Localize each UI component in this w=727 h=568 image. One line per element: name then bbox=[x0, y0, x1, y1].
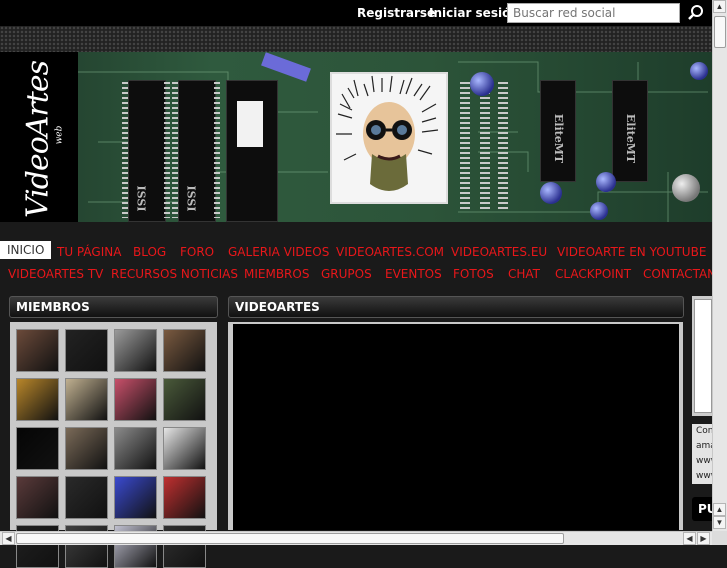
member-thumbnail[interactable] bbox=[16, 427, 59, 470]
logo-subtext: web bbox=[54, 125, 65, 145]
portrait-image bbox=[330, 72, 448, 204]
scroll-right-icon[interactable]: ▶ bbox=[697, 532, 710, 545]
video-player[interactable] bbox=[233, 324, 679, 530]
member-thumbnail[interactable] bbox=[114, 476, 157, 519]
member-thumbnail[interactable] bbox=[16, 329, 59, 372]
scroll-left-icon[interactable]: ◀ bbox=[2, 532, 15, 545]
member-thumbnail[interactable] bbox=[114, 329, 157, 372]
member-thumbnail[interactable] bbox=[163, 476, 206, 519]
member-thumbnail[interactable] bbox=[65, 476, 108, 519]
nav-inicio[interactable]: INICIO bbox=[0, 241, 52, 259]
member-thumbnail[interactable] bbox=[65, 329, 108, 372]
nav-miembros[interactable]: MIEMBROS bbox=[244, 267, 309, 281]
nav-chat[interactable]: CHAT bbox=[508, 267, 540, 281]
scroll-down-icon[interactable]: ▼ bbox=[713, 516, 726, 529]
chip-3 bbox=[226, 80, 278, 222]
logo-text: VideoArtes bbox=[20, 61, 56, 218]
sidebar-header: PU bbox=[692, 497, 712, 521]
nav-foro[interactable]: FORO bbox=[180, 245, 214, 259]
nav-recursos-noticias[interactable]: RECURSOS NOTICIAS bbox=[111, 267, 238, 281]
members-header: MIEMBROS bbox=[9, 296, 218, 318]
vertical-scrollbar[interactable]: ▲ ▲ ▼ bbox=[712, 0, 727, 531]
nav-videoartes-tv[interactable]: VIDEOARTES TV bbox=[8, 267, 103, 281]
nav-contactanos[interactable]: CONTACTANO bbox=[643, 267, 712, 281]
videos-header: VIDEOARTES bbox=[228, 296, 684, 318]
member-thumbnail[interactable] bbox=[65, 378, 108, 421]
member-thumbnail[interactable] bbox=[163, 427, 206, 470]
scroll-left-arrow-icon[interactable]: ◀ bbox=[683, 532, 696, 545]
chip-label-4: EliteMT bbox=[624, 113, 638, 164]
nav-videoarte-youtube[interactable]: VIDEOARTE EN YOUTUBE bbox=[557, 245, 706, 259]
scroll-up-icon[interactable]: ▲ bbox=[713, 0, 726, 13]
nav-videoartes-eu[interactable]: VIDEOARTES.EU bbox=[451, 245, 547, 259]
login-link[interactable]: Iniciar sesión bbox=[429, 6, 519, 20]
logo[interactable]: VideoArtes web bbox=[0, 52, 78, 222]
member-thumbnail[interactable] bbox=[163, 329, 206, 372]
members-panel bbox=[10, 322, 217, 568]
chip-label-2: ISSI bbox=[184, 185, 198, 212]
member-thumbnail[interactable] bbox=[114, 378, 157, 421]
header-banner: VideoArtes web ISSI ISSI EliteMT EliteMT bbox=[0, 52, 712, 222]
main-nav: INICIO TU PÁGINA BLOG FORO GALERIA VIDEO… bbox=[0, 241, 712, 286]
horizontal-scroll-thumb[interactable] bbox=[16, 533, 564, 544]
nav-blog[interactable]: BLOG bbox=[133, 245, 166, 259]
search-icon[interactable] bbox=[686, 3, 706, 23]
nav-grupos[interactable]: GRUPOS bbox=[321, 267, 372, 281]
scrollbar-corner bbox=[712, 531, 727, 545]
member-thumbnail[interactable] bbox=[65, 427, 108, 470]
member-thumbnail[interactable] bbox=[163, 378, 206, 421]
header-texture bbox=[0, 26, 712, 52]
nav-clackpoint[interactable]: CLACKPOINT bbox=[555, 267, 631, 281]
member-thumbnail[interactable] bbox=[16, 378, 59, 421]
nav-galeria-videos[interactable]: GALERIA VIDEOS bbox=[228, 245, 329, 259]
sidebar-text: Con ama www www bbox=[692, 424, 712, 484]
horizontal-scrollbar[interactable]: ◀ ◀ ▶ bbox=[0, 531, 712, 545]
vertical-scroll-thumb[interactable] bbox=[714, 16, 726, 48]
scroll-up-arrow-icon[interactable]: ▲ bbox=[713, 503, 726, 516]
search-input[interactable] bbox=[507, 3, 680, 23]
register-link[interactable]: Registrarse bbox=[357, 6, 435, 20]
top-bar: Registrarse Iniciar sesión bbox=[0, 0, 712, 26]
nav-eventos[interactable]: EVENTOS bbox=[385, 267, 442, 281]
sidebar-widget bbox=[692, 296, 712, 416]
member-thumbnail[interactable] bbox=[16, 476, 59, 519]
chip-label-3: EliteMT bbox=[552, 113, 566, 164]
chip-label-1: ISSI bbox=[134, 185, 148, 212]
member-thumbnail[interactable] bbox=[114, 427, 157, 470]
nav-fotos[interactable]: FOTOS bbox=[453, 267, 494, 281]
nav-tu-pagina[interactable]: TU PÁGINA bbox=[57, 245, 121, 259]
nav-videoartes-com[interactable]: VIDEOARTES.COM bbox=[336, 245, 444, 259]
